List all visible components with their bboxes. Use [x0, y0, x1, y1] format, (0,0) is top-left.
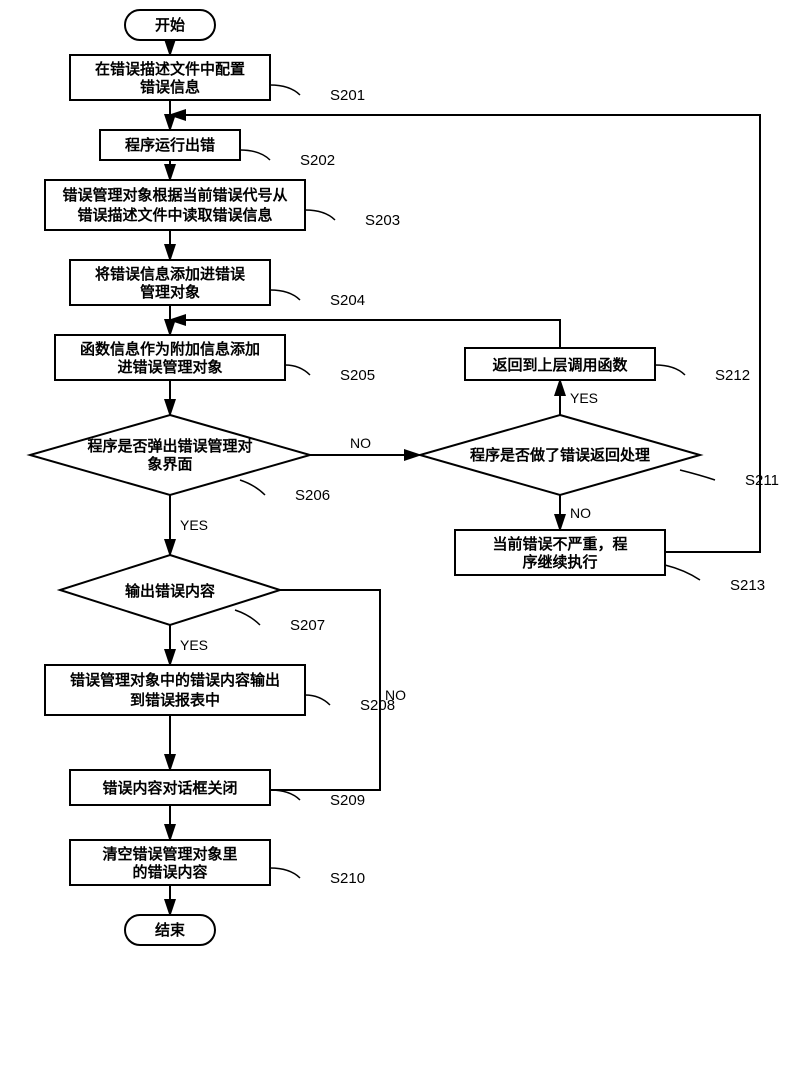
s202-label: S202: [300, 152, 335, 169]
svg-text:函数信息作为附加信息添加: 函数信息作为附加信息添加: [80, 340, 260, 358]
svg-text:程序是否做了错误返回处理: 程序是否做了错误返回处理: [470, 446, 650, 464]
s210-node: 清空错误管理对象里 的错误内容: [70, 840, 270, 885]
s211-label: S211: [745, 472, 779, 489]
svg-text:当前错误不严重，程: 当前错误不严重，程: [492, 535, 627, 553]
s207-label: S207: [290, 617, 325, 634]
svg-text:将错误信息添加进错误: 将错误信息添加进错误: [95, 265, 246, 283]
s209-node: 错误内容对话框关闭: [70, 770, 270, 805]
svg-text:错误内容对话框关闭: 错误内容对话框关闭: [102, 779, 237, 797]
s206-node: 程序是否弹出错误管理对 象界面: [30, 415, 310, 495]
s203-label: S203: [365, 212, 400, 229]
svg-text:输出错误内容: 输出错误内容: [125, 582, 215, 600]
s205-label: S205: [340, 367, 375, 384]
s205-node: 函数信息作为附加信息添加 进错误管理对象: [55, 335, 285, 380]
s202-node: 程序运行出错: [100, 130, 240, 160]
svg-text:错误信息: 错误信息: [140, 78, 200, 96]
start-node: 开始: [125, 10, 215, 40]
svg-text:错误管理对象根据当前错误代号从: 错误管理对象根据当前错误代号从: [62, 186, 287, 204]
svg-text:在错误描述文件中配置: 在错误描述文件中配置: [95, 60, 245, 78]
s203-node: 错误管理对象根据当前错误代号从 错误描述文件中读取错误信息: [45, 180, 305, 230]
s204-node: 将错误信息添加进错误 管理对象: [70, 260, 270, 305]
s201-node: 在错误描述文件中配置 错误信息: [70, 55, 270, 100]
s213-label: S213: [730, 577, 765, 594]
svg-text:YES: YES: [570, 390, 598, 406]
s212-label: S212: [715, 367, 750, 384]
svg-text:NO: NO: [570, 505, 591, 521]
svg-text:程序是否弹出错误管理对: 程序是否弹出错误管理对: [87, 437, 252, 455]
s213-node: 当前错误不严重，程 序继续执行: [455, 530, 665, 575]
svg-text:YES: YES: [180, 517, 208, 533]
end-node: 结束: [125, 915, 215, 945]
svg-text:管理对象: 管理对象: [140, 283, 200, 301]
svg-text:YES: YES: [180, 637, 208, 653]
flowchart-diagram: 开始 在错误描述文件中配置 错误信息 S201 程序运行出错 S202 错误管理…: [0, 0, 800, 1070]
s206-label: S206: [295, 487, 330, 504]
svg-text:的错误内容: 的错误内容: [132, 863, 207, 881]
svg-text:返回到上层调用函数: 返回到上层调用函数: [492, 356, 628, 374]
s204-label: S204: [330, 292, 365, 309]
svg-text:序继续执行: 序继续执行: [522, 553, 597, 571]
end-text: 结束: [155, 921, 186, 939]
s212-node: 返回到上层调用函数: [465, 348, 655, 380]
s208-node: 错误管理对象中的错误内容输出 到错误报表中: [45, 665, 305, 715]
svg-text:错误管理对象中的错误内容输出: 错误管理对象中的错误内容输出: [70, 671, 280, 689]
svg-text:象界面: 象界面: [147, 455, 192, 473]
s210-label: S210: [330, 870, 365, 887]
svg-text:错误描述文件中读取错误信息: 错误描述文件中读取错误信息: [77, 206, 272, 224]
svg-text:程序运行出错: 程序运行出错: [125, 136, 215, 154]
start-text: 开始: [155, 16, 185, 34]
s209-label: S209: [330, 792, 365, 809]
s208-label: S208: [360, 697, 395, 714]
svg-text:进错误管理对象: 进错误管理对象: [117, 358, 222, 376]
svg-text:NO: NO: [350, 435, 371, 451]
svg-text:到错误报表中: 到错误报表中: [130, 691, 220, 709]
s201-label: S201: [330, 87, 365, 104]
svg-text:清空错误管理对象里: 清空错误管理对象里: [102, 845, 237, 863]
s211-node: 程序是否做了错误返回处理: [420, 415, 700, 495]
